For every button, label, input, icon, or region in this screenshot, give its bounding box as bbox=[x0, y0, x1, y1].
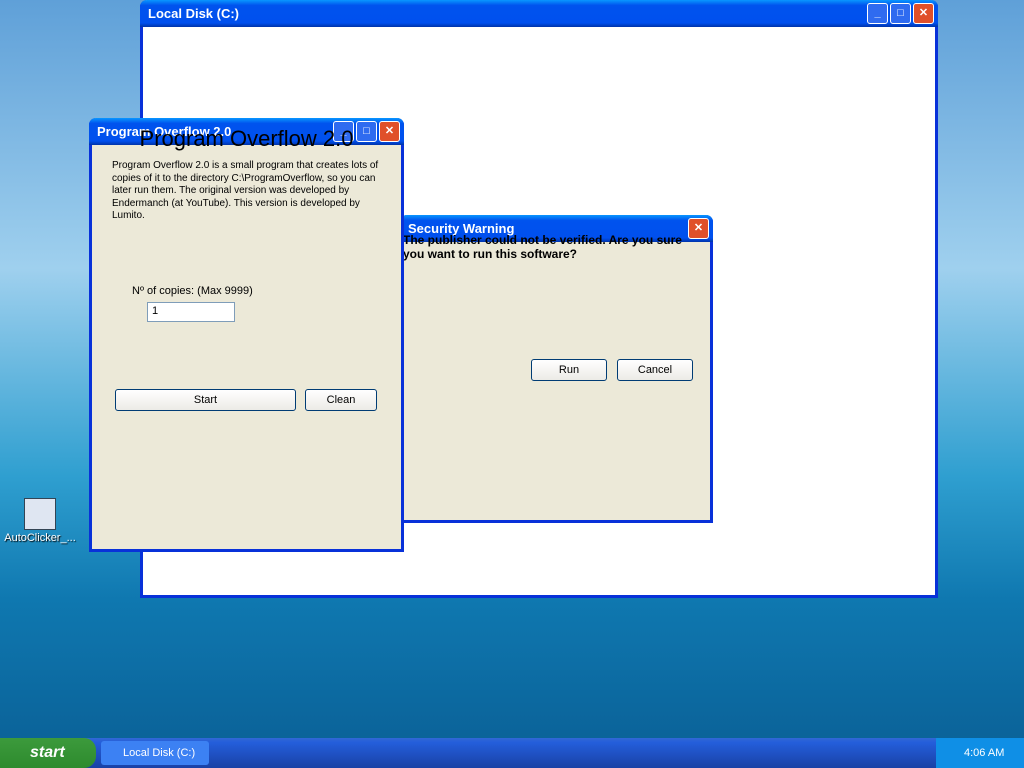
program-overflow-window[interactable]: Program Overflow 2.0 _ □ ✕ Program Overflow… bbox=[89, 118, 404, 552]
desktop-icon-label: AutoClicker_... bbox=[4, 532, 76, 544]
window-title: Local Disk (C:) bbox=[148, 6, 240, 21]
minimize-button[interactable]: _ bbox=[867, 3, 888, 24]
clean-button[interactable]: Clean bbox=[305, 389, 377, 411]
explorer-title-bar[interactable]: Local Disk (C:) _ □ ✕ bbox=[140, 0, 938, 27]
cancel-button[interactable]: Cancel bbox=[617, 359, 693, 381]
taskbar-item[interactable]: Local Disk (C:) bbox=[101, 741, 209, 765]
run-button[interactable]: Run bbox=[531, 359, 607, 381]
system-tray: 4:06 AM bbox=[936, 738, 1024, 768]
security-question: The publisher could not be verified. Are… bbox=[403, 233, 682, 261]
clock: 4:06 AM bbox=[964, 747, 1005, 759]
app-description: Program Overflow 2.0 is a small program … bbox=[112, 160, 379, 222]
program-window-icon bbox=[24, 498, 56, 530]
desktop-icon-autoclicker[interactable]: AutoClicker_... bbox=[0, 498, 80, 544]
taskbar: start Local Disk (C:) 4:06 AM bbox=[0, 738, 1024, 768]
start-button[interactable]: start bbox=[0, 738, 96, 768]
maximize-button[interactable]: □ bbox=[890, 3, 911, 24]
app-heading: Program Overflow 2.0 bbox=[139, 126, 354, 151]
desktop: AutoClicker_... Local Disk (C:) _ □ ✕ Secur… bbox=[0, 0, 1024, 768]
start-button[interactable]: Start bbox=[115, 389, 296, 411]
close-button[interactable]: ✕ bbox=[913, 3, 934, 24]
security-warning-dialog[interactable]: Security Warning ✕ The publisher could no… bbox=[400, 215, 713, 523]
copies-stepper[interactable]: 1 bbox=[147, 302, 235, 322]
copies-label: Nº of copies: (Max 9999) bbox=[132, 285, 253, 297]
copies-value: 1 bbox=[152, 305, 159, 317]
